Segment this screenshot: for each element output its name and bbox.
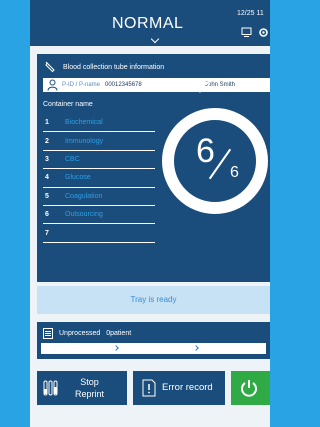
container-number: 2 (45, 137, 49, 145)
list-item[interactable]: 2 Immunology (43, 132, 155, 151)
unprocessed-label: Unprocessed (59, 330, 101, 337)
list-icon (43, 328, 53, 339)
person-icon (47, 79, 58, 91)
tube-info-panel: Blood collection tube information P-ID /… (37, 54, 270, 282)
container-number: 7 (45, 229, 49, 237)
error-record-button[interactable]: Error record (133, 371, 225, 405)
error-record-label: Error record (162, 382, 213, 393)
patient-info-bar[interactable]: P-ID / P-name 00012345678 John Smith (43, 78, 270, 92)
container-name: CBC (65, 155, 80, 163)
stop-label: Stop (80, 377, 99, 387)
tube-counter: 6 6 (162, 108, 268, 214)
power-icon (241, 380, 257, 397)
error-record-icon (142, 379, 156, 397)
list-item[interactable]: 6 Outsourcing (43, 206, 155, 225)
stop-reprint-button[interactable]: Stop Reprint (37, 371, 127, 405)
container-name-label: Container name (43, 101, 93, 108)
stop-reprint-label: Stop Reprint (75, 376, 104, 400)
container-number: 6 (45, 211, 49, 219)
power-button[interactable] (231, 371, 270, 405)
tube-count-current: 6 (196, 132, 215, 170)
mode-selector[interactable]: NORMAL (112, 15, 183, 33)
chevron-right-icon[interactable] (113, 345, 119, 351)
reprint-label: Reprint (75, 389, 105, 399)
container-number: 3 (45, 155, 49, 163)
container-name: Coagulation (65, 192, 103, 200)
test-tube-icon (43, 380, 58, 396)
panel-title: Blood collection tube information (45, 60, 164, 74)
container-name: Biochemical (65, 119, 103, 127)
test-tube-icon (45, 61, 55, 73)
list-item[interactable]: 5 Coagulation (43, 188, 155, 206)
pencil-icon[interactable] (198, 80, 212, 94)
chevron-down-icon[interactable] (150, 34, 160, 44)
header-bar: NORMAL 12/25 11 (30, 0, 270, 46)
monitor-icon[interactable] (241, 27, 252, 38)
list-item[interactable]: 3 CBC (43, 151, 155, 170)
device-screen: NORMAL 12/25 11 Blood collection tube in… (30, 0, 270, 427)
unprocessed-scroll-bar[interactable] (41, 343, 266, 354)
unprocessed-panel: Unprocessed 0patient (37, 322, 270, 359)
list-item[interactable]: 4 Glucose (43, 169, 155, 188)
unprocessed-count: 0patient (106, 330, 132, 337)
list-item[interactable]: 7 (43, 224, 155, 243)
container-name: Immunology (65, 137, 104, 145)
tube-count-total: 6 (230, 164, 239, 181)
clock: 12/25 11 (237, 10, 264, 17)
container-name: Outsourcing (65, 211, 103, 219)
panel-title-text: Blood collection tube information (63, 63, 165, 71)
container-list: 1 Biochemical 2 Immunology 3 CBC 4 Gluco… (43, 114, 155, 243)
list-item[interactable]: 1 Biochemical (43, 114, 155, 133)
tray-status: Tray is ready (37, 286, 270, 314)
patient-id-placeholder: P-ID / P-name (62, 82, 101, 88)
chevron-right-icon[interactable] (193, 345, 199, 351)
container-number: 4 (45, 174, 49, 182)
unprocessed-row: Unprocessed 0patient (43, 328, 131, 339)
container-number: 1 (45, 119, 49, 127)
patient-id: 00012345678 (105, 82, 142, 88)
gear-icon[interactable] (258, 27, 269, 38)
container-name: Glucose (65, 174, 91, 182)
container-number: 5 (45, 192, 49, 200)
